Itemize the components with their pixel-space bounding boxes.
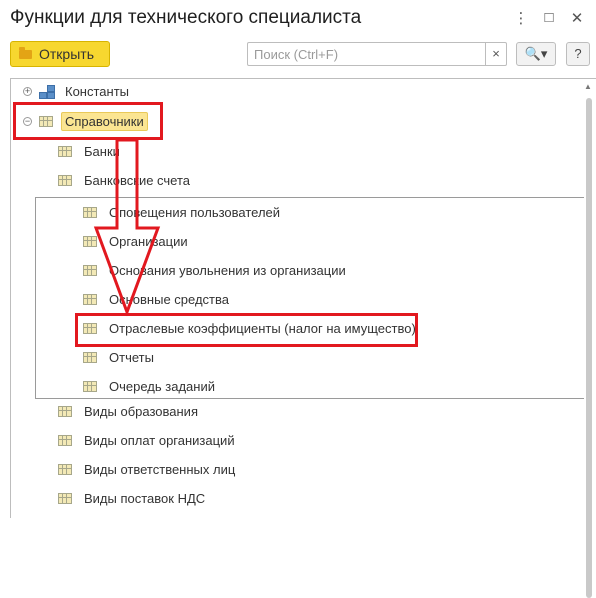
annotation-arrow <box>93 138 161 317</box>
down-arrow-icon <box>93 138 161 317</box>
